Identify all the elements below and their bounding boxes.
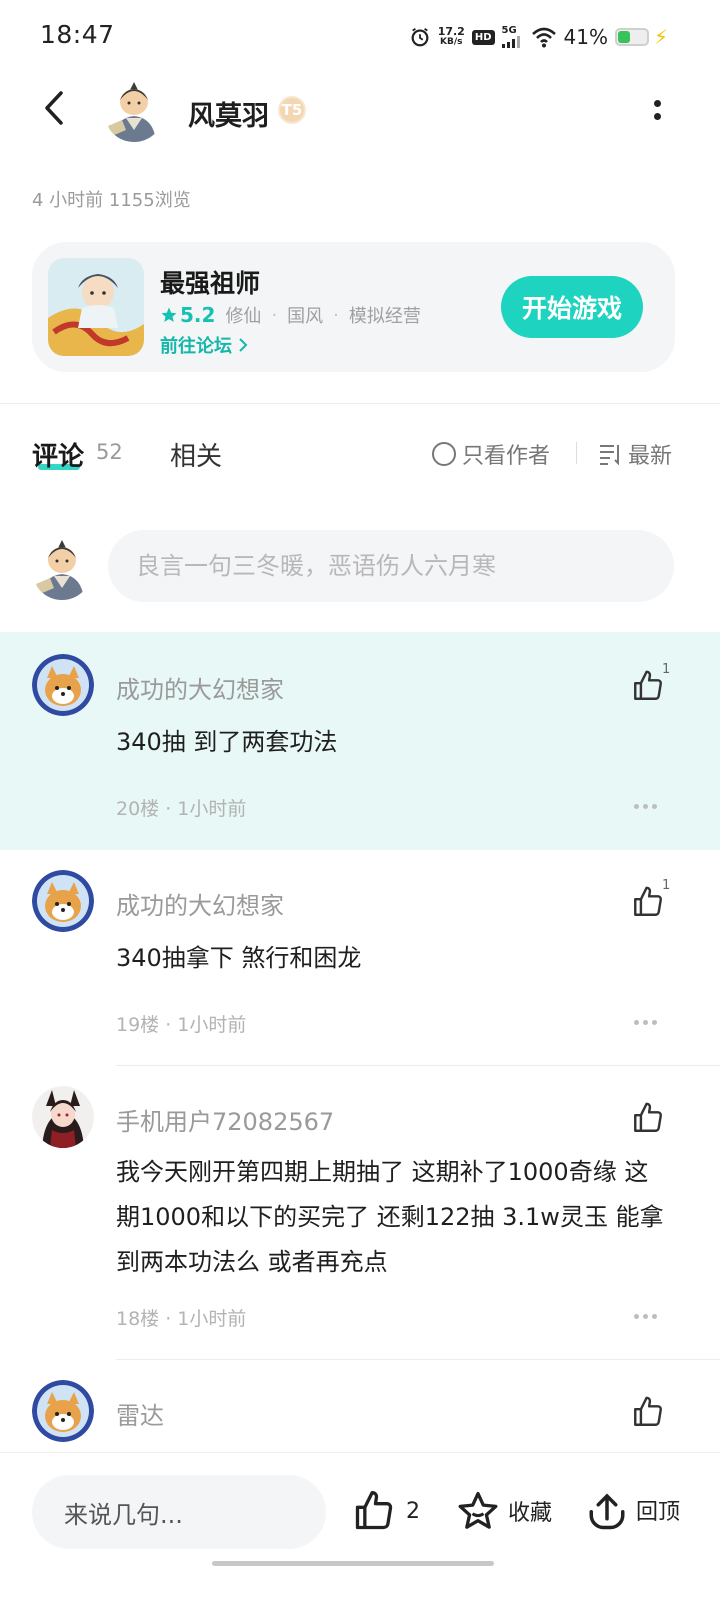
status-time: 18:47 xyxy=(40,20,115,49)
net-speed: 17.2 KB/s xyxy=(437,25,465,47)
charging-icon: ⚡ xyxy=(653,25,668,49)
comment-meta: 19楼 · 1小时前 xyxy=(116,1014,247,1036)
commenter-name[interactable]: 雷达 xyxy=(116,1396,164,1431)
signal-bars-icon xyxy=(501,36,520,48)
comment-more-button[interactable] xyxy=(634,799,662,813)
radio-icon xyxy=(432,442,456,466)
arrow-up-circle-icon xyxy=(589,1493,625,1530)
battery-percent: 41% xyxy=(563,25,608,49)
bottom-action-bar: 来说几句... 2 收藏 回顶 xyxy=(0,1452,720,1600)
comment-item[interactable]: 雷达 xyxy=(0,1360,720,1452)
comment-meta: 20楼 · 1小时前 xyxy=(116,798,247,820)
post-like-button[interactable]: 2 xyxy=(352,1489,420,1533)
game-title: 最强祖师 xyxy=(160,269,261,298)
more-options-button[interactable] xyxy=(642,90,672,130)
game-card[interactable]: 最强祖师 5.2 修仙 · 国风 · 模拟经营 前往论坛 开始游戏 xyxy=(32,242,675,372)
commenter-avatar[interactable] xyxy=(32,1380,94,1442)
more-vertical-icon xyxy=(653,100,661,107)
comment-like-count: 1 xyxy=(662,662,671,677)
game-tag: 国风 xyxy=(287,306,324,327)
more-horizontal-icon xyxy=(634,1019,639,1025)
signal-5g: 5G xyxy=(501,26,524,48)
more-horizontal-icon xyxy=(634,803,639,809)
sort-icon xyxy=(600,445,619,465)
battery-level xyxy=(617,31,631,43)
comment-input[interactable] xyxy=(108,530,674,602)
star-outline-icon xyxy=(458,1491,498,1529)
level-badge: T5 xyxy=(278,96,306,124)
game-icon[interactable] xyxy=(48,258,144,356)
author-only-toggle[interactable]: 只看作者 xyxy=(432,438,550,470)
status-bar: 18:47 17.2 KB/s HD 5G 41% ⚡ xyxy=(0,0,720,72)
star-icon xyxy=(161,307,177,322)
comment-body: 340抽拿下 煞行和困龙 xyxy=(116,944,362,972)
thumbs-up-icon xyxy=(634,1102,662,1132)
game-tag: 模拟经营 xyxy=(348,306,421,327)
my-avatar xyxy=(32,536,92,600)
comments-count: 52 xyxy=(96,440,123,464)
commenter-name[interactable]: 成功的大幻想家 xyxy=(116,886,284,921)
comment-body: 340抽 到了两套功法 xyxy=(116,728,338,756)
favorite-button[interactable]: 收藏 xyxy=(456,1489,552,1533)
comment-item[interactable]: 成功的大幻想家 1 340抽 到了两套功法 20楼 · 1小时前 xyxy=(0,632,720,850)
tag-separator: · xyxy=(333,304,339,326)
commenter-avatar[interactable] xyxy=(32,870,94,932)
comment-item[interactable]: 手机用户72082567 我今天刚开第四期上期抽了 这期补了1000奇缘 这期1… xyxy=(0,1066,720,1360)
commenter-avatar[interactable] xyxy=(32,1086,94,1148)
commenter-name[interactable]: 手机用户72082567 xyxy=(116,1102,334,1137)
author-avatar[interactable] xyxy=(104,78,164,142)
section-divider xyxy=(0,403,720,404)
comment-body: 我今天刚开第四期上期抽了 这期补了1000奇缘 这期1000和以下的买完了 还剩… xyxy=(116,1158,664,1276)
status-icons: 17.2 KB/s HD 5G 41% ⚡ xyxy=(409,22,668,52)
tab-comments[interactable]: 评论 xyxy=(32,436,84,473)
thumbs-up-icon xyxy=(634,886,662,916)
post-like-count: 2 xyxy=(406,1498,420,1524)
home-indicator[interactable] xyxy=(212,1561,494,1566)
reply-input[interactable]: 来说几句... xyxy=(32,1475,326,1549)
chevron-right-icon xyxy=(239,338,248,352)
back-to-top-button[interactable]: 回顶 xyxy=(586,1489,680,1531)
thumbs-up-icon xyxy=(355,1491,393,1530)
wifi-icon xyxy=(531,27,556,48)
back-button[interactable] xyxy=(32,86,76,130)
post-header: 风莫羽 T5 xyxy=(0,72,720,148)
comment-more-button[interactable] xyxy=(634,1015,662,1029)
alarm-icon xyxy=(411,27,429,47)
forum-link[interactable]: 前往论坛 xyxy=(160,332,248,358)
play-game-button[interactable]: 开始游戏 xyxy=(501,276,643,338)
thumbs-up-icon xyxy=(634,1396,662,1426)
more-horizontal-icon xyxy=(634,1313,639,1319)
tab-related[interactable]: 相关 xyxy=(170,436,222,473)
hd-badge: HD xyxy=(471,29,495,45)
game-tag: 修仙 xyxy=(225,306,262,327)
sort-button[interactable]: 最新 xyxy=(598,438,672,470)
commenter-avatar[interactable] xyxy=(32,654,94,716)
comment-meta: 18楼 · 1小时前 xyxy=(116,1308,247,1330)
game-meta: 5.2 修仙 · 国风 · 模拟经营 xyxy=(160,302,421,328)
comment-like-count: 1 xyxy=(662,878,671,893)
comment-like-button[interactable] xyxy=(626,1096,670,1140)
thumbs-up-icon xyxy=(634,670,662,700)
tag-separator: · xyxy=(271,304,278,326)
battery-icon xyxy=(614,28,649,46)
comment-item[interactable]: 成功的大幻想家 1 340抽拿下 煞行和困龙 19楼 · 1小时前 xyxy=(0,850,720,1066)
vertical-divider xyxy=(576,442,577,464)
comment-like-button[interactable] xyxy=(626,1390,670,1434)
comment-more-button[interactable] xyxy=(634,1309,662,1323)
commenter-name[interactable]: 成功的大幻想家 xyxy=(116,670,284,705)
post-meta: 4 小时前 1155浏览 xyxy=(32,190,191,211)
author-name[interactable]: 风莫羽 xyxy=(188,94,269,133)
chevron-left-icon xyxy=(45,91,63,125)
game-rating: 5.2 xyxy=(160,303,215,327)
